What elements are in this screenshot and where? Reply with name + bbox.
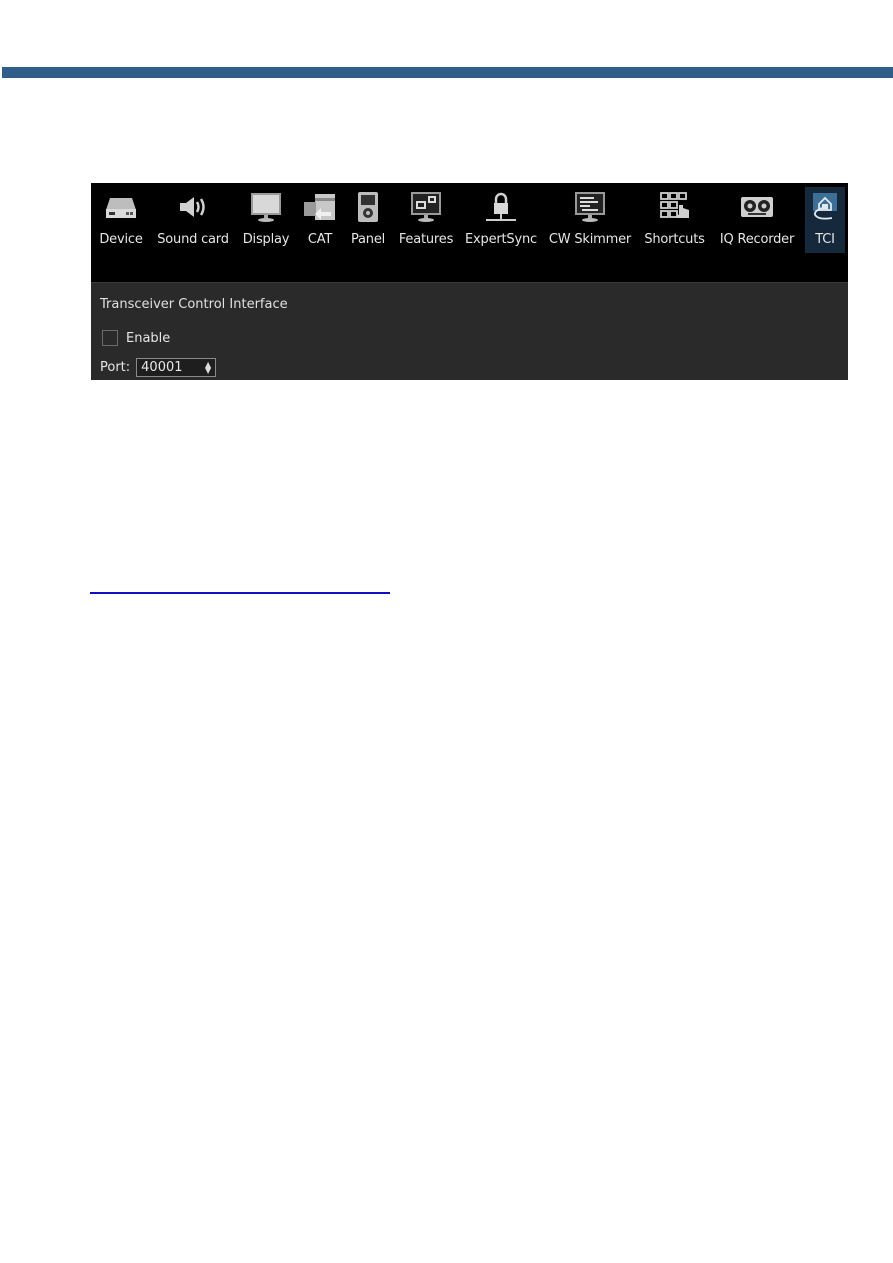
tab-display[interactable]: Display <box>241 189 291 251</box>
tab-expertsync[interactable]: ExpertSync <box>464 189 538 251</box>
cw-skimmer-icon <box>572 189 608 225</box>
lock-network-icon <box>483 189 519 225</box>
tab-shortcuts[interactable]: Shortcuts <box>642 189 707 251</box>
port-value[interactable]: 40001 <box>141 360 182 375</box>
settings-window: Device Sound card Display CAT Panel Feat… <box>91 183 848 380</box>
tab-cw-skimmer[interactable]: CW Skimmer <box>547 189 633 251</box>
device-icon <box>103 189 139 225</box>
port-row: Port: 40001 ▲ ▼ <box>100 358 217 377</box>
tab-features[interactable]: Features <box>396 189 456 251</box>
panel-title: Transceiver Control Interface <box>100 297 288 312</box>
tab-device[interactable]: Device <box>97 189 145 251</box>
speaker-icon <box>175 189 211 225</box>
tab-tci[interactable]: TCI <box>805 187 845 253</box>
settings-toolbar: Device Sound card Display CAT Panel Feat… <box>91 183 848 283</box>
tab-sound-card[interactable]: Sound card <box>154 189 232 251</box>
header-bar <box>2 67 893 78</box>
tci-icon <box>807 189 843 225</box>
tab-cat[interactable]: CAT <box>301 189 339 251</box>
tci-settings-panel: Transceiver Control Interface Enable Por… <box>91 283 848 380</box>
features-icon <box>408 189 444 225</box>
spin-down-icon[interactable]: ▼ <box>205 366 211 374</box>
tape-recorder-icon <box>739 189 775 225</box>
enable-label: Enable <box>126 330 171 346</box>
monitor-icon <box>248 189 284 225</box>
port-spinbox[interactable]: 40001 ▲ ▼ <box>136 358 217 377</box>
cat-icon <box>302 189 338 225</box>
port-label: Port: <box>100 360 131 375</box>
keypad-icon <box>657 189 693 225</box>
hyperlink-underline[interactable] <box>90 592 390 594</box>
enable-row: Enable <box>102 330 170 346</box>
enable-checkbox[interactable] <box>102 330 118 346</box>
panel-icon <box>350 189 386 225</box>
spin-arrows: ▲ ▼ <box>205 360 211 374</box>
tab-iq-recorder[interactable]: IQ Recorder <box>715 189 799 251</box>
tab-panel[interactable]: Panel <box>347 189 389 251</box>
